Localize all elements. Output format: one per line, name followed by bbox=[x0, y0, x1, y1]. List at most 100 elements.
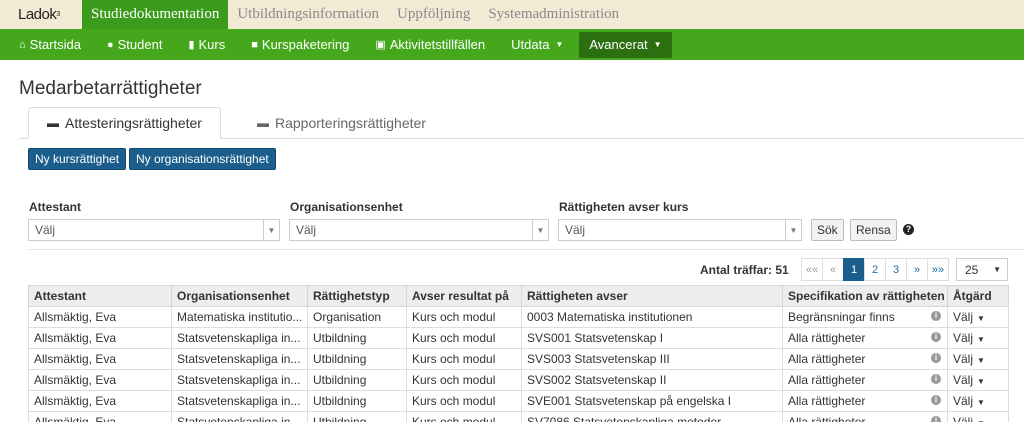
info-icon[interactable]: i bbox=[931, 353, 941, 363]
tab-label: Attesteringsrättigheter bbox=[65, 115, 202, 131]
new-course-right-button[interactable]: Ny kursrättighet bbox=[28, 148, 127, 170]
new-organisation-right-button[interactable]: Ny organisationsrättighet bbox=[129, 148, 276, 170]
table-cell: Kurs och modul bbox=[406, 411, 522, 422]
nav-startsida[interactable]: ⌂ Startsida bbox=[19, 32, 81, 58]
column-header[interactable]: Rättigheten avser bbox=[521, 285, 783, 307]
table-cell: Utbildning bbox=[307, 348, 407, 370]
action-dropdown[interactable]: Välj▼ bbox=[947, 327, 1009, 349]
attestant-select[interactable]: Välj ▼ bbox=[28, 219, 280, 241]
table-cell: Kurs och modul bbox=[406, 369, 522, 391]
action-dropdown[interactable]: Välj▼ bbox=[947, 369, 1009, 391]
table-cell: Allsmäktig, Eva bbox=[28, 348, 172, 370]
table-cell: SVS002 Statsvetenskap II bbox=[521, 369, 783, 391]
topnav-studiedokumentation[interactable]: Studiedokumentation bbox=[82, 0, 229, 29]
topnav-uppfoljning[interactable]: Uppföljning bbox=[388, 0, 479, 29]
first-page-button[interactable]: «« bbox=[801, 258, 823, 281]
table-cell: Statsvetenskapliga in... bbox=[171, 411, 308, 422]
page-size-select[interactable]: 25 ▼ bbox=[956, 258, 1008, 281]
action-dropdown[interactable]: Välj▼ bbox=[947, 390, 1009, 412]
table-row: Allsmäktig, Eva Matematiska institutio...… bbox=[28, 306, 1009, 328]
table-cell: Kurs och modul bbox=[406, 327, 522, 349]
help-icon[interactable]: ? bbox=[903, 224, 914, 235]
action-dropdown[interactable]: Välj▼ bbox=[947, 306, 1009, 328]
action-label: Välj bbox=[953, 352, 974, 366]
column-header[interactable]: Attestant bbox=[28, 285, 172, 307]
course-select[interactable]: Välj ▼ bbox=[558, 219, 802, 241]
cell-text: Alla rättigheter bbox=[788, 373, 866, 387]
info-icon[interactable]: i bbox=[931, 395, 941, 405]
cell-text: Alla rättigheter bbox=[788, 331, 866, 345]
chevron-down-icon: ▼ bbox=[785, 220, 801, 240]
cell-text: Alla rättigheter bbox=[788, 415, 866, 422]
tab-bar: ▬ Attesteringsrättigheter ▬ Rapporteringsr… bbox=[19, 107, 1024, 139]
attestant-label: Attestant bbox=[29, 200, 82, 214]
table-cell: SVS001 Statsvetenskap I bbox=[521, 327, 783, 349]
prev-page-button[interactable]: « bbox=[822, 258, 844, 281]
page-2-button[interactable]: 2 bbox=[864, 258, 886, 281]
table-cell: Utbildning bbox=[307, 390, 407, 412]
column-header[interactable]: Organisationsenhet bbox=[171, 285, 308, 307]
caret-down-icon: ▼ bbox=[555, 40, 564, 49]
organisation-select[interactable]: Välj ▼ bbox=[289, 219, 549, 241]
clear-button[interactable]: Rensa bbox=[850, 219, 897, 241]
table-cell: Utbildning bbox=[307, 411, 407, 422]
page-1-button[interactable]: 1 bbox=[843, 258, 865, 281]
action-dropdown[interactable]: Välj▼ bbox=[947, 411, 1009, 422]
table-cell: SV7086 Statsvetenskapliga metoder bbox=[521, 411, 783, 422]
table-cell: Matematiska institutio... bbox=[171, 306, 308, 328]
column-header[interactable]: Rättighetstyp bbox=[307, 285, 407, 307]
tab-rapporteringsrattigheter[interactable]: ▬ Rapporteringsrättigheter bbox=[239, 107, 444, 139]
nav-kurspaketering[interactable]: ■ Kurspaketering bbox=[251, 32, 349, 58]
nav-student[interactable]: ● Student bbox=[107, 32, 162, 58]
caret-down-icon: ▼ bbox=[993, 265, 1001, 274]
column-header[interactable]: Specifikation av rättigheten bbox=[782, 285, 948, 307]
calendar-icon: ▣ bbox=[375, 39, 386, 51]
table-cell: Utbildning bbox=[307, 327, 407, 349]
cell-text: Alla rättigheter bbox=[788, 352, 866, 366]
column-header[interactable]: Avser resultat på bbox=[406, 285, 522, 307]
select-value: Välj bbox=[35, 223, 56, 237]
last-page-button[interactable]: »» bbox=[927, 258, 949, 281]
nav-label: Kurspaketering bbox=[261, 37, 350, 52]
action-dropdown[interactable]: Välj▼ bbox=[947, 348, 1009, 370]
action-label: Välj bbox=[953, 310, 974, 324]
info-icon[interactable]: i bbox=[931, 311, 941, 321]
action-label: Välj bbox=[953, 331, 974, 345]
home-icon: ⌂ bbox=[19, 38, 26, 51]
info-icon[interactable]: i bbox=[931, 374, 941, 384]
nav-utdata[interactable]: Utdata ▼ bbox=[511, 32, 563, 58]
nav-kurs[interactable]: ▮ Kurs bbox=[188, 32, 225, 58]
next-page-button[interactable]: » bbox=[906, 258, 928, 281]
tab-attesteringsrattigheter[interactable]: ▬ Attesteringsrättigheter bbox=[28, 107, 221, 139]
ladok-logo[interactable]: Ladok 3 bbox=[0, 0, 82, 29]
cell-text: Begränsningar finns bbox=[788, 310, 895, 324]
select-value: 25 bbox=[965, 262, 979, 277]
user-icon: ● bbox=[106, 38, 114, 51]
table-cell: Utbildning bbox=[307, 369, 407, 391]
column-header: Åtgärd bbox=[947, 285, 1009, 307]
table-cell: Alla rättigheter i bbox=[782, 411, 948, 422]
table-row: Allsmäktig, Eva Statsvetenskapliga in... U… bbox=[28, 411, 1009, 422]
table-cell: Allsmäktig, Eva bbox=[28, 306, 172, 328]
page-title: Medarbetarrättigheter bbox=[19, 78, 202, 99]
topnav-utbildningsinformation[interactable]: Utbildningsinformation bbox=[228, 0, 388, 29]
organisation-label: Organisationsenhet bbox=[290, 200, 403, 214]
table-row: Allsmäktig, Eva Statsvetenskapliga in... U… bbox=[28, 348, 1009, 370]
info-icon[interactable]: i bbox=[931, 416, 941, 422]
table-cell: Allsmäktig, Eva bbox=[28, 411, 172, 422]
info-icon[interactable]: i bbox=[931, 332, 941, 342]
table-row: Allsmäktig, Eva Statsvetenskapliga in... U… bbox=[28, 390, 1009, 412]
nav-label: Startsida bbox=[29, 37, 81, 52]
topnav-systemadministration[interactable]: Systemadministration bbox=[479, 0, 628, 29]
search-button[interactable]: Sök bbox=[811, 219, 844, 241]
course-label: Rättigheten avser kurs bbox=[559, 200, 689, 214]
tab-label: Rapporteringsrättigheter bbox=[275, 115, 426, 131]
nav-label: Kurs bbox=[198, 37, 226, 52]
table-cell: Statsvetenskapliga in... bbox=[171, 369, 308, 391]
table-header-row: Attestant Organisationsenhet Rättighetst… bbox=[28, 285, 1009, 307]
table-cell: Statsvetenskapliga in... bbox=[171, 327, 308, 349]
nav-aktivitetstillfallen[interactable]: ▣ Aktivitetstillfällen bbox=[375, 32, 485, 58]
nav-avancerat[interactable]: Avancerat ▼ bbox=[579, 31, 672, 58]
page-3-button[interactable]: 3 bbox=[885, 258, 907, 281]
result-count: Antal träffar: 51 bbox=[700, 263, 789, 277]
